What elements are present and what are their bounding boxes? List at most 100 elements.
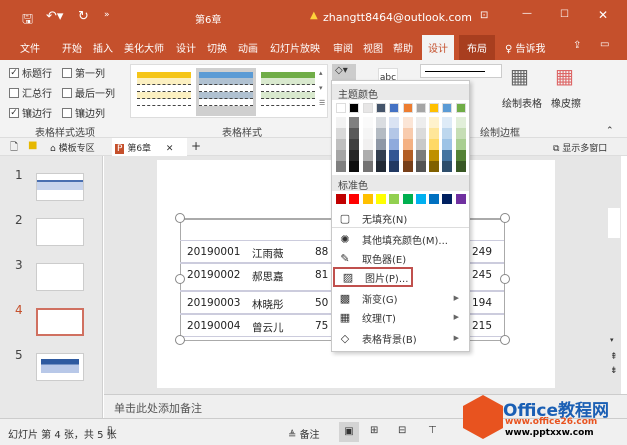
- theme-shade-swatch[interactable]: [349, 161, 360, 172]
- theme-shade-swatch[interactable]: [442, 150, 453, 161]
- resize-handle[interactable]: [175, 213, 185, 223]
- ribbon-tab[interactable]: 幻灯片放映: [270, 40, 320, 55]
- slide-thumbnail[interactable]: [36, 308, 84, 336]
- theme-color-swatch[interactable]: [429, 103, 440, 113]
- theme-shade-swatch[interactable]: [375, 161, 386, 172]
- theme-shade-swatch[interactable]: [429, 117, 440, 128]
- theme-shade-swatch[interactable]: [455, 139, 466, 150]
- theme-shade-swatch[interactable]: [415, 161, 426, 172]
- theme-color-swatch[interactable]: [362, 103, 373, 113]
- checkbox-option[interactable]: 第一列: [62, 65, 105, 80]
- table-style-option[interactable]: [196, 68, 256, 116]
- prev-slide-icon[interactable]: ⇞: [610, 352, 618, 362]
- theme-shade-swatch[interactable]: [349, 117, 360, 128]
- eraser-button[interactable]: 橡皮擦: [551, 95, 581, 110]
- theme-color-swatch[interactable]: [402, 103, 413, 113]
- theme-shade-swatch[interactable]: [349, 150, 360, 161]
- standard-color-swatch[interactable]: [336, 194, 346, 204]
- ribbon-tab[interactable]: 美化大师: [124, 40, 164, 55]
- theme-shade-swatch[interactable]: [375, 117, 386, 128]
- theme-color-swatch[interactable]: [349, 103, 360, 113]
- checkbox-option[interactable]: ✓ 标题行: [9, 65, 52, 80]
- standard-color-swatch[interactable]: [415, 194, 426, 204]
- standard-color-swatch[interactable]: [349, 194, 360, 204]
- ribbon-tab[interactable]: 帮助: [393, 40, 413, 55]
- checkbox[interactable]: [62, 87, 72, 98]
- theme-shade-swatch[interactable]: [415, 117, 426, 128]
- add-tab-icon[interactable]: +: [191, 139, 201, 153]
- ribbon-tab[interactable]: 插入: [93, 40, 113, 55]
- checkbox-option[interactable]: 镶边列: [62, 105, 105, 120]
- theme-shade-swatch[interactable]: [442, 117, 453, 128]
- theme-shade-swatch[interactable]: [429, 128, 440, 139]
- theme-color-swatch[interactable]: [442, 103, 453, 113]
- theme-shade-swatch[interactable]: [402, 161, 413, 172]
- ribbon-tab[interactable]: 开始: [62, 40, 82, 55]
- standard-color-swatch[interactable]: [402, 194, 413, 204]
- gallery-scroll[interactable]: ▴ ▾ ☰: [319, 66, 325, 111]
- checkbox-option[interactable]: 汇总行: [9, 85, 52, 100]
- new-file-icon[interactable]: 🗋: [10, 140, 18, 157]
- next-slide-icon[interactable]: ⇟: [610, 366, 618, 376]
- theme-color-swatch[interactable]: [415, 103, 426, 113]
- ribbon-tab[interactable]: 布局: [459, 35, 495, 60]
- pen-style-select[interactable]: [420, 64, 502, 78]
- tab-template[interactable]: ⌂ 模板专区: [50, 141, 95, 154]
- menu-item[interactable]: ✎ 取色器(E): [332, 248, 469, 268]
- ribbon-display-icon[interactable]: ⊡: [480, 10, 488, 21]
- standard-color-swatch[interactable]: [429, 194, 440, 204]
- close-tab-icon[interactable]: ✕: [166, 144, 174, 154]
- table-style-option[interactable]: [134, 68, 194, 116]
- theme-shade-swatch[interactable]: [336, 117, 346, 128]
- theme-shade-swatch[interactable]: [336, 150, 346, 161]
- theme-shade-swatch[interactable]: [455, 128, 466, 139]
- theme-shade-swatch[interactable]: [402, 128, 413, 139]
- slide-thumbnail[interactable]: [36, 353, 84, 381]
- save-icon[interactable]: 🖫: [22, 10, 33, 32]
- menu-item[interactable]: ▩ 渐变(G) ▶: [332, 288, 469, 308]
- resize-handle[interactable]: [500, 335, 510, 345]
- ribbon-tab[interactable]: 文件: [20, 40, 40, 55]
- normal-view-icon[interactable]: ▣: [339, 422, 359, 442]
- theme-shade-swatch[interactable]: [349, 128, 360, 139]
- share-icon[interactable]: ⇪: [573, 40, 581, 51]
- theme-shade-swatch[interactable]: [429, 150, 440, 161]
- theme-shade-swatch[interactable]: [429, 139, 440, 150]
- ribbon-tab[interactable]: 切换: [207, 40, 227, 55]
- theme-shade-swatch[interactable]: [389, 150, 400, 161]
- theme-shade-swatch[interactable]: [336, 128, 346, 139]
- theme-shade-swatch[interactable]: [402, 117, 413, 128]
- slide-thumbnail[interactable]: [36, 218, 84, 246]
- resize-handle[interactable]: [175, 335, 185, 345]
- slide-thumbnail[interactable]: [36, 263, 84, 291]
- standard-color-swatch[interactable]: [455, 194, 466, 204]
- comment-icon[interactable]: ▭: [600, 39, 609, 50]
- theme-shade-swatch[interactable]: [442, 139, 453, 150]
- theme-shade-swatch[interactable]: [375, 128, 386, 139]
- theme-shade-swatch[interactable]: [389, 128, 400, 139]
- theme-shade-swatch[interactable]: [362, 161, 373, 172]
- theme-shade-swatch[interactable]: [415, 128, 426, 139]
- account-email[interactable]: zhangtt8464@outlook.com: [323, 11, 472, 24]
- ribbon-tab[interactable]: 设计: [422, 35, 454, 60]
- checkbox[interactable]: [62, 107, 72, 118]
- theme-shade-swatch[interactable]: [349, 139, 360, 150]
- theme-shade-swatch[interactable]: [455, 161, 466, 172]
- customize-icon[interactable]: »: [104, 10, 110, 20]
- menu-item[interactable]: ▢ 无填充(N): [332, 208, 469, 228]
- checkbox[interactable]: ✓: [9, 107, 19, 118]
- vertical-scrollbar[interactable]: ▾ ⇞ ⇟: [607, 156, 621, 394]
- multi-window-button[interactable]: ⧉ 显示多窗口: [553, 141, 607, 154]
- theme-shade-swatch[interactable]: [336, 139, 346, 150]
- notes-button[interactable]: ≜ 备注: [288, 426, 320, 441]
- theme-color-swatch[interactable]: [389, 103, 400, 113]
- spell-check-icon[interactable]: ▯: [107, 425, 113, 436]
- checkbox-option[interactable]: 最后一列: [62, 85, 115, 100]
- standard-color-swatch[interactable]: [362, 194, 373, 204]
- theme-color-swatch[interactable]: [375, 103, 386, 113]
- ribbon-tab[interactable]: 动画: [238, 40, 258, 55]
- theme-shade-swatch[interactable]: [402, 150, 413, 161]
- theme-shade-swatch[interactable]: [455, 150, 466, 161]
- theme-shade-swatch[interactable]: [442, 128, 453, 139]
- checkbox-option[interactable]: ✓ 镶边行: [9, 105, 52, 120]
